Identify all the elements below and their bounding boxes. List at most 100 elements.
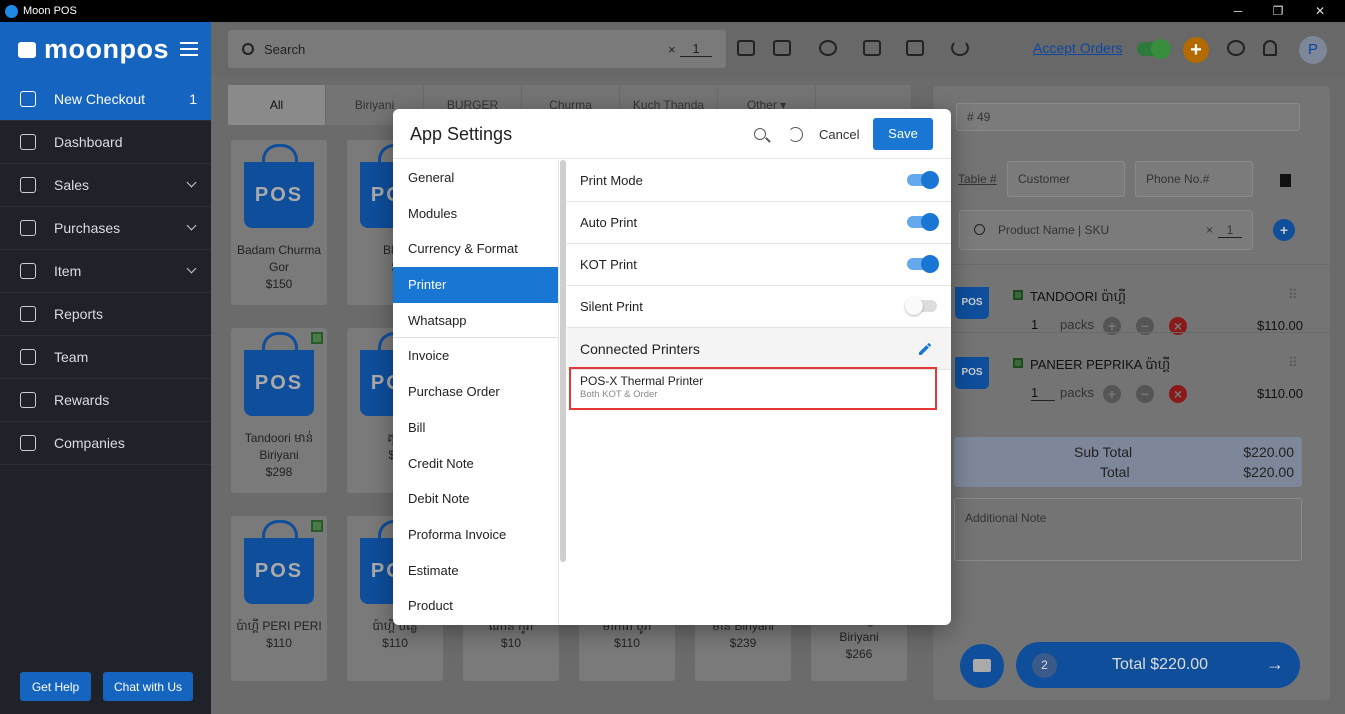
veg-icon [1013,290,1023,300]
sidebar-item-new-checkout[interactable]: New Checkout 1 [0,77,211,121]
settings-nav-currency[interactable]: Currency & Format [393,231,558,267]
settings-nav-general[interactable]: General [393,160,558,196]
maximize-button[interactable]: ❐ [1258,0,1298,22]
add-product-button[interactable]: + [1273,219,1295,241]
settings-nav-modules[interactable]: Modules [393,196,558,232]
sidebar-item-team[interactable]: Team [0,336,211,379]
additional-note-field[interactable]: Additional Note [954,498,1302,561]
note-placeholder: Additional Note [965,511,1047,525]
drag-handle-icon[interactable]: ⠿ [1288,355,1298,371]
sidebar-item-dashboard[interactable]: Dashboard [0,121,211,164]
settings-nav-debit-note[interactable]: Debit Note [393,481,558,517]
search-input[interactable]: Search [264,42,305,57]
pos-bag-icon: POS [244,520,314,604]
chat-with-us-button[interactable]: Chat with Us [103,672,193,701]
kot-print-toggle[interactable] [907,255,939,273]
settings-nav-printer[interactable]: Printer [393,267,558,303]
sidebar-item-reports[interactable]: Reports [0,293,211,336]
sidebar-item-label: Reports [54,306,104,322]
barcode-icon[interactable] [906,40,924,56]
setting-silent-print: Silent Print [567,286,951,328]
decrease-button[interactable]: − [1136,385,1154,403]
layout-icon[interactable] [773,40,791,56]
get-help-button[interactable]: Get Help [20,672,91,701]
printer-list-item[interactable]: POS-X Thermal Printer Both KOT & Order [569,367,937,410]
product-search-input[interactable]: Product Name | SKU [998,223,1109,237]
cart-item-qty[interactable]: 1 [1031,317,1038,332]
shop-icon[interactable] [863,40,881,56]
sidebar-item-sales[interactable]: Sales [0,164,211,207]
add-icon[interactable]: + [1183,37,1209,63]
quantity-field[interactable]: 1 [680,41,712,57]
clear-icon[interactable]: × [1206,223,1213,237]
cancel-button[interactable]: Cancel [819,127,859,142]
product-card[interactable]: POS Badam Churma Gor $150 [231,140,327,305]
sidebar-item-rewards[interactable]: Rewards [0,379,211,422]
search-bar[interactable]: Search × 1 [228,30,726,68]
edit-pencil-icon[interactable] [917,341,933,357]
clear-search-icon[interactable]: × [668,42,676,57]
filter-icon[interactable] [737,40,755,56]
settings-nav-credit-note[interactable]: Credit Note [393,446,558,482]
drag-handle-icon[interactable]: ⠿ [1288,287,1298,303]
delete-icon[interactable] [1280,174,1291,187]
increase-button[interactable]: + [1103,385,1121,403]
search-icon[interactable] [754,128,766,140]
product-card[interactable]: POS Tandoori មាន់ Biriyani $298 [231,328,327,493]
basket-icon [20,90,36,107]
order-number: # 49 [956,103,1300,131]
discount-icon[interactable] [819,40,837,56]
save-button[interactable]: Save [873,118,933,150]
totals-box: Sub Total $220.00 Total $220.00 [954,437,1302,487]
sidebar-item-label: New Checkout [54,90,146,107]
table-select[interactable]: Table # [958,172,997,186]
pos-bag-icon: POS [955,287,989,319]
settings-nav-bill[interactable]: Bill [393,410,558,446]
product-card[interactable]: POS ប៉ាហ្គី PERI PERI $110 [231,516,327,681]
settings-nav-product[interactable]: Product [393,588,558,624]
auto-print-toggle[interactable] [907,213,939,231]
remove-button[interactable]: × [1169,385,1187,403]
search-icon [974,224,985,235]
printer-name: POS-X Thermal Printer [580,374,704,388]
minimize-button[interactable]: ─ [1218,0,1258,22]
sidebar-item-item[interactable]: Item [0,250,211,293]
refresh-icon[interactable] [951,40,969,56]
print-button[interactable] [960,644,1004,688]
product-search-field[interactable]: Product Name | SKU × 1 [959,210,1253,250]
chevron-down-icon [186,220,197,231]
reset-icon[interactable] [788,127,803,142]
cart-item: POS PANEER PEPRIKA ប៉ាហ្គី ⠿ 1 packs + −… [933,332,1330,403]
total-button-label: Total $220.00 [1112,656,1209,673]
menu-icon[interactable] [180,42,198,60]
product-name: ប៉ាហ្គី PERI PERI [236,619,322,633]
accept-orders-link[interactable]: Accept Orders [1033,40,1122,56]
settings-nav-purchase-order[interactable]: Purchase Order [393,374,558,410]
sidebar-item-companies[interactable]: Companies [0,422,211,465]
settings-nav-estimate[interactable]: Estimate [393,553,558,589]
settings-nav-proforma-invoice[interactable]: Proforma Invoice [393,517,558,553]
avatar[interactable]: P [1299,36,1327,64]
bell-icon[interactable] [1263,40,1277,56]
print-mode-toggle[interactable] [907,171,939,189]
settings-nav-scrollbar[interactable] [560,160,566,562]
settings-nav-whatsapp[interactable]: Whatsapp [393,303,558,339]
sidebar-item-purchases[interactable]: Purchases [0,207,211,250]
phone-field[interactable]: Phone No.# [1135,161,1253,197]
chevron-down-icon [186,263,197,274]
settings-icon[interactable] [1227,40,1245,56]
quantity-field[interactable]: 1 [1218,223,1242,238]
silent-print-toggle[interactable] [905,297,937,315]
cart-item-qty[interactable]: 1 [1031,385,1055,401]
sidebar-item-label: Purchases [54,220,121,236]
close-button[interactable]: ✕ [1300,0,1340,22]
settings-nav-invoice[interactable]: Invoice [393,338,558,374]
subtotal-value: $220.00 [1243,444,1294,460]
accept-orders-toggle[interactable] [1137,39,1171,59]
sidebar-item-label: Item [54,263,82,279]
tab-all[interactable]: All [228,85,326,125]
chevron-down-icon [186,177,197,188]
sidebar-item-label: Companies [54,435,125,451]
total-checkout-button[interactable]: 2 Total $220.00 → [1016,642,1300,688]
customer-field[interactable]: Customer [1007,161,1125,197]
